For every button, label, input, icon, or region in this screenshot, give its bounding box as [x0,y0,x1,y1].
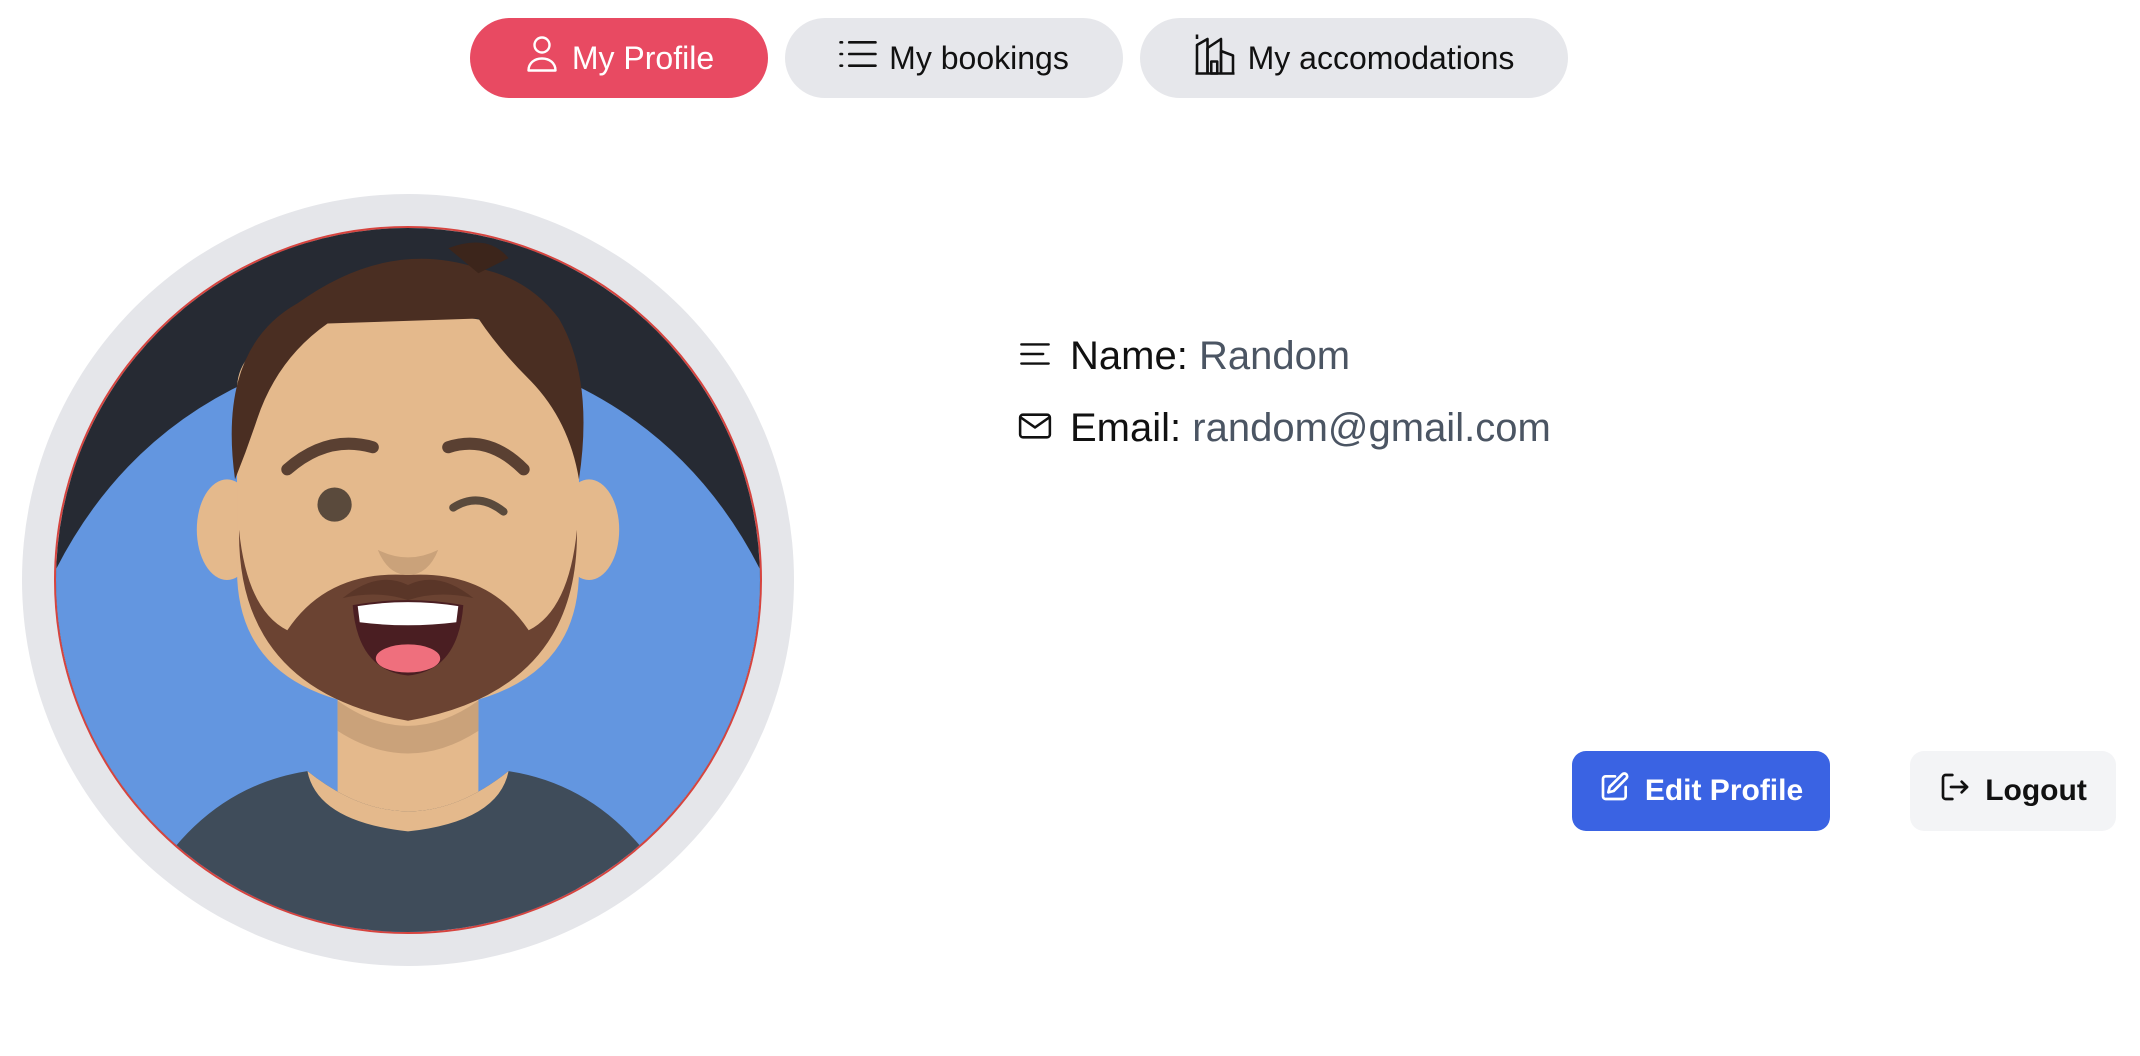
name-label: Name: [1070,334,1188,378]
email-label: Email: [1070,406,1182,450]
email-value: random@gmail.com [1192,406,1551,450]
name-value: Random [1198,334,1351,378]
tab-my-bookings-label: My bookings [889,39,1069,76]
edit-profile-button[interactable]: Edit Profile [1572,751,1830,831]
building-icon [1194,33,1236,83]
profile-name-row: Name: Random [1018,334,1350,379]
avatar-illustration [56,228,760,932]
user-icon [524,34,560,82]
logout-button[interactable]: Logout [1910,751,2116,831]
list-icon [839,38,877,78]
tab-my-accomodations[interactable]: My accomodations [1140,18,1568,98]
text-lines-icon [1018,334,1052,379]
tab-my-bookings[interactable]: My bookings [785,18,1123,98]
envelope-icon [1018,406,1052,451]
tab-my-profile[interactable]: My Profile [470,18,768,98]
edit-profile-label: Edit Profile [1644,774,1804,807]
tab-my-profile-label: My Profile [571,39,715,76]
avatar [54,226,762,934]
tab-my-accomodations-label: My accomodations [1247,39,1515,76]
edit-icon [1599,771,1631,811]
profile-email-row: Email: random@gmail.com [1018,406,1551,451]
logout-label: Logout [1985,774,2087,807]
logout-icon [1939,771,1971,811]
